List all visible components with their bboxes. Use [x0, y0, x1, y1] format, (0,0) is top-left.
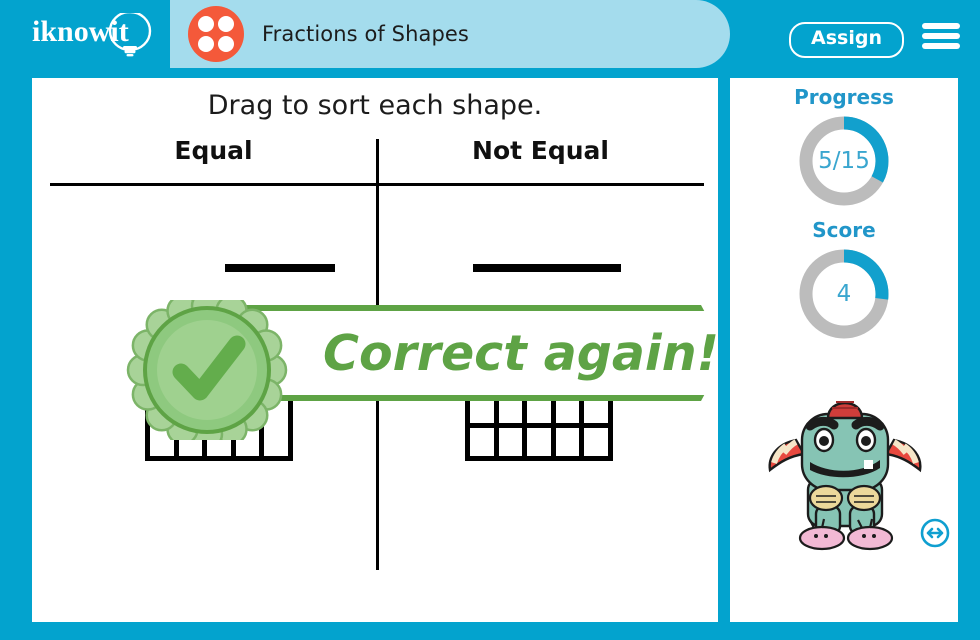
sorting-area[interactable]: Equal Not Equal [50, 136, 704, 570]
shape-grid-five-equal-columns[interactable] [145, 375, 293, 461]
shape-cell [498, 428, 523, 456]
shape-cell [207, 380, 231, 456]
shape-cell [470, 380, 494, 424]
progress-donut: 5/15 [796, 113, 892, 209]
instruction-text: Drag to sort each shape. [207, 90, 543, 121]
progress-label: Progress [794, 85, 894, 109]
shape-cell [498, 380, 523, 424]
shape-cell [584, 428, 608, 456]
score-meter: Score 4 [730, 218, 958, 342]
shape-cell [555, 380, 580, 424]
iknowit-logo[interactable]: iknowit [26, 13, 166, 57]
assign-button[interactable]: Assign [789, 22, 904, 58]
app-root: iknowit Fractions of Shapes Assign Drag … [0, 0, 980, 640]
column-header-equal: Equal [174, 136, 253, 165]
progress-meter: Progress 5/15 [730, 85, 958, 209]
status-sidebar: Progress 5/15 Score 4 [730, 78, 958, 622]
sorted-shape-stub-not-equal [473, 264, 621, 272]
shape-cell [584, 380, 608, 424]
lesson-title: Fractions of Shapes [262, 22, 469, 46]
svg-text:iknowit: iknowit [32, 15, 129, 48]
sidebar-divider [718, 78, 724, 622]
column-header-not-equal: Not Equal [472, 136, 609, 165]
app-header: iknowit Fractions of Shapes Assign [0, 0, 980, 68]
shape-cell [555, 428, 580, 456]
lesson-title-pill: Fractions of Shapes [170, 0, 730, 68]
monster-avatar [768, 401, 922, 551]
shape-cell [178, 380, 203, 456]
progress-value: 5/15 [818, 148, 870, 174]
shape-grid-five-by-two-unequal-rows[interactable] [465, 375, 613, 461]
score-label: Score [812, 218, 876, 242]
activity-card: Drag to sort each shape. Equal Not Equal… [32, 78, 718, 622]
shape-cell [527, 428, 551, 456]
score-value: 4 [836, 281, 852, 307]
resize-horizontal-icon[interactable] [920, 518, 950, 548]
shape-equal-five-columns[interactable] [145, 375, 293, 461]
shape-cell [527, 380, 551, 424]
shape-cell [470, 428, 494, 456]
score-donut: 4 [796, 246, 892, 342]
column-divider [376, 139, 379, 570]
four-dots-fraction-icon [188, 6, 244, 62]
hamburger-menu-icon[interactable] [922, 21, 960, 51]
shape-cell [235, 380, 260, 456]
shape-not-equal-five-by-two[interactable] [465, 375, 613, 461]
shape-cell [150, 380, 174, 456]
shape-cell [264, 380, 288, 456]
sorted-shape-stub-equal [225, 264, 335, 272]
